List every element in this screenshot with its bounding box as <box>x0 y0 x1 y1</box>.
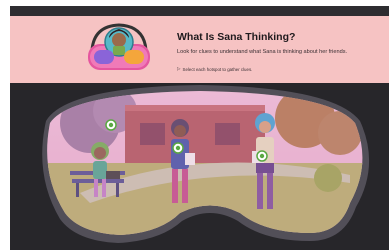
hotspot-eye-icon <box>175 145 181 151</box>
activity-header: What Is Sana Thinking? Look for clues to… <box>10 16 389 83</box>
hotspot-sana[interactable] <box>105 119 117 131</box>
goggle-scene <box>42 85 370 243</box>
instruction-text-row: ▷ Select each hotspot to gather clues. <box>177 66 252 72</box>
instruction-label: Select each hotspot to gather clues. <box>182 66 253 72</box>
page-subtitle: Look for clues to understand what Sana i… <box>177 49 348 55</box>
hotspot-middle-friend[interactable] <box>172 142 184 154</box>
sana-avatar-icon <box>84 20 154 80</box>
hotspot-right-friend[interactable] <box>256 150 268 162</box>
app-frame: What Is Sana Thinking? Look for clues to… <box>0 0 389 250</box>
page-title: What Is Sana Thinking? <box>177 31 296 43</box>
hotspot-eye-icon <box>259 153 265 159</box>
scene-stage <box>10 83 389 250</box>
top-bar <box>10 6 389 16</box>
hotspot-eye-icon <box>108 122 114 128</box>
cursor-pointer-icon: ▷ <box>177 66 181 71</box>
